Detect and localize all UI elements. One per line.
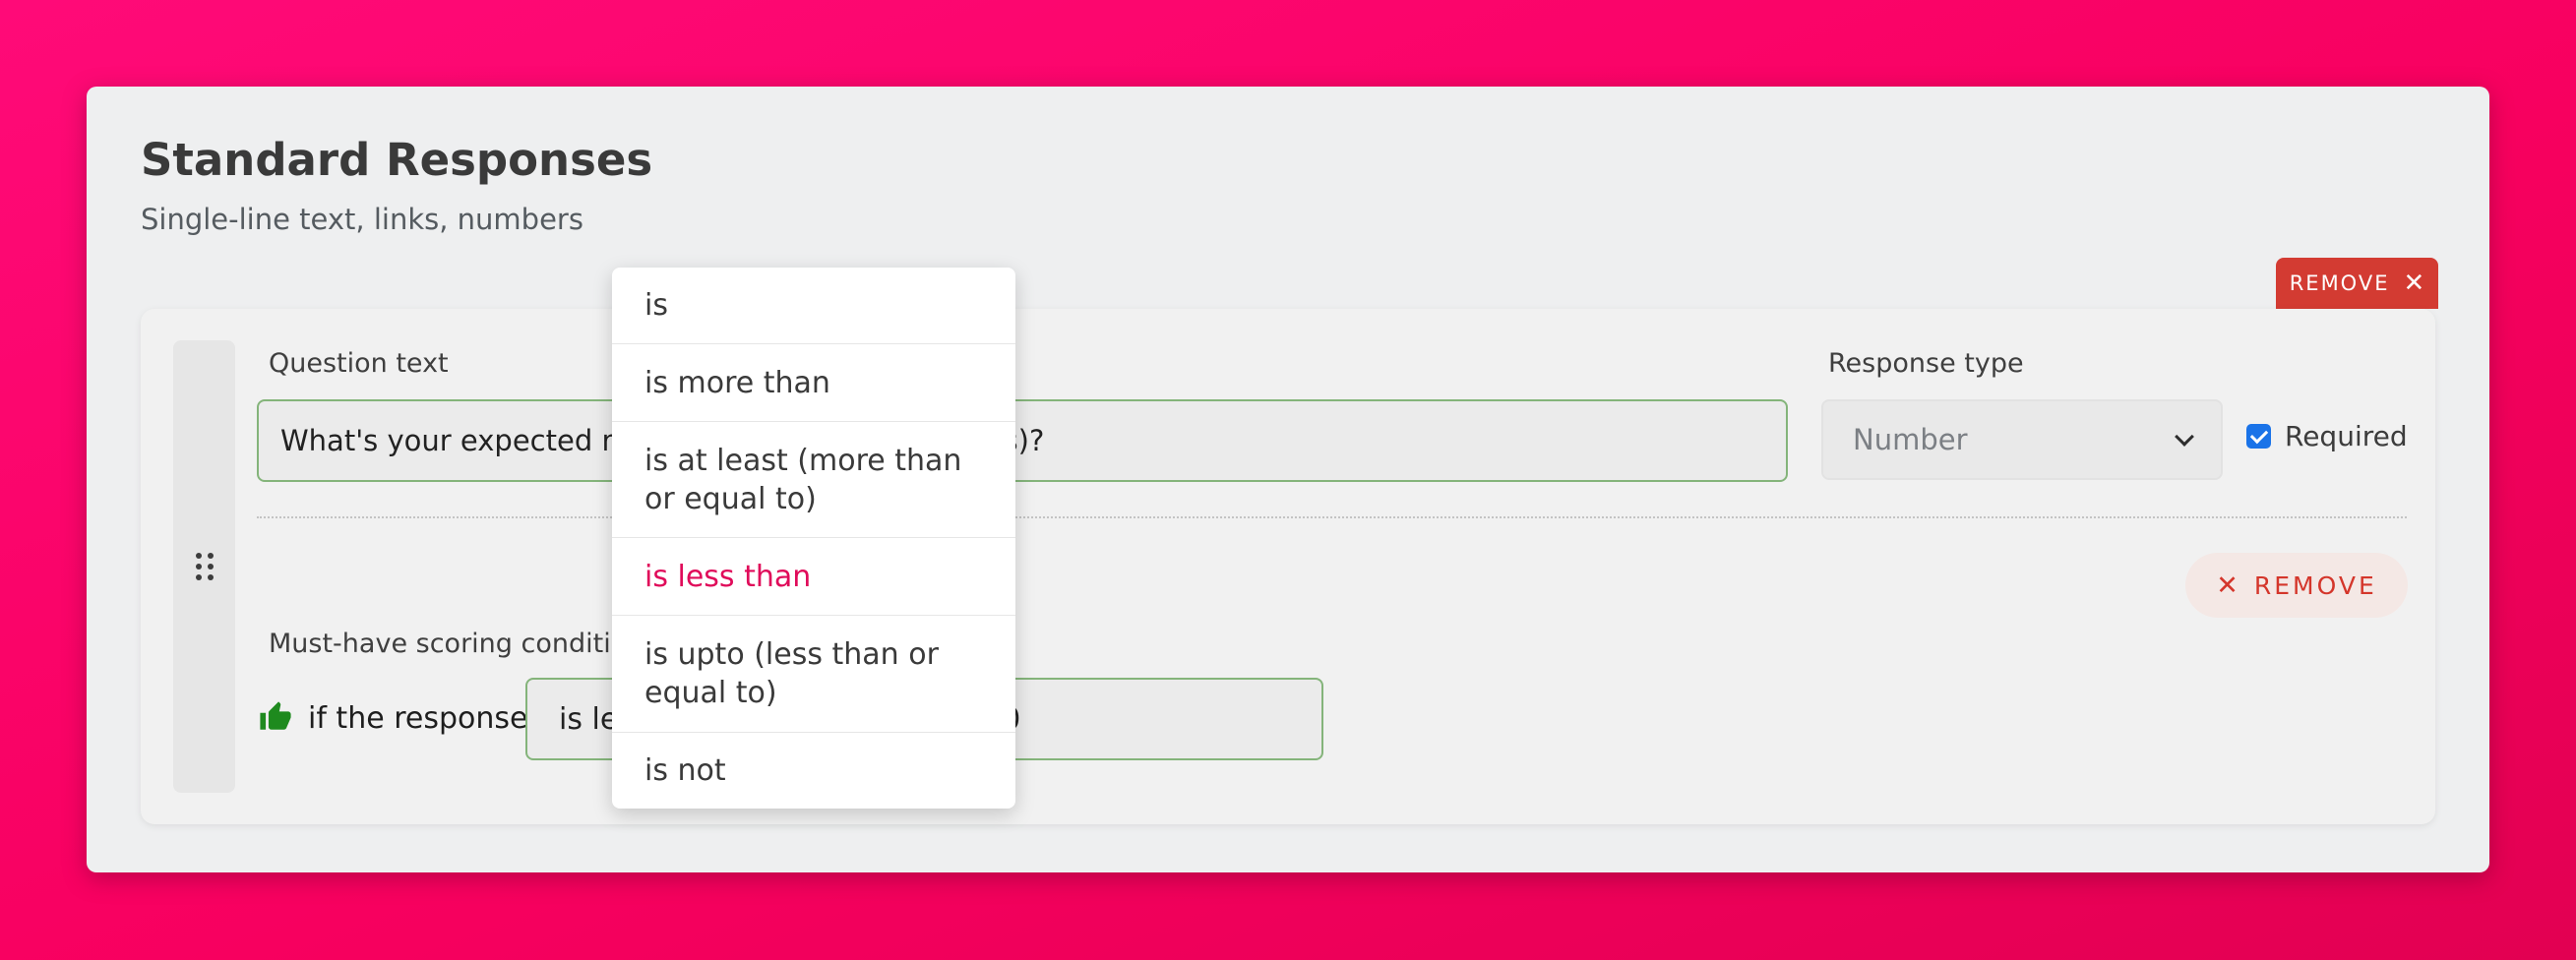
remove-condition-label: REMOVE bbox=[2253, 570, 2377, 600]
drag-handle-icon bbox=[195, 553, 214, 580]
required-checkbox[interactable] bbox=[2246, 424, 2271, 449]
divider bbox=[257, 516, 2407, 518]
remove-condition-button[interactable]: ✕ REMOVE bbox=[2185, 553, 2408, 618]
question-text-label: Question text bbox=[269, 348, 449, 379]
remove-question-button[interactable]: REMOVE ✕ bbox=[2276, 258, 2438, 309]
dropdown-option[interactable]: is at least (more than or equal to) bbox=[612, 422, 1015, 538]
dropdown-option[interactable]: is upto (less than or equal to) bbox=[612, 616, 1015, 733]
response-condition-prefix: if the response bbox=[308, 701, 528, 736]
required-toggle[interactable]: Required bbox=[2246, 420, 2408, 452]
close-icon: ✕ bbox=[2403, 269, 2425, 298]
drag-handle[interactable] bbox=[173, 340, 235, 793]
operator-dropdown-menu: is is more than is at least (more than or … bbox=[612, 268, 1015, 809]
standard-responses-panel: Standard Responses Single-line text, lin… bbox=[87, 87, 2489, 872]
thumbs-up-icon bbox=[260, 701, 291, 730]
dropdown-option[interactable]: is bbox=[612, 268, 1015, 344]
response-type-label: Response type bbox=[1828, 348, 2024, 379]
section-subtitle: Single-line text, links, numbers bbox=[141, 203, 583, 236]
chevron-down-icon bbox=[2175, 427, 2194, 447]
dropdown-option[interactable]: is not bbox=[612, 733, 1015, 809]
response-type-value: Number bbox=[1853, 423, 1968, 456]
question-card: Question text What's your expected month… bbox=[141, 309, 2435, 824]
close-icon: ✕ bbox=[2216, 570, 2239, 601]
remove-question-label: REMOVE bbox=[2289, 271, 2390, 295]
required-label: Required bbox=[2285, 420, 2408, 452]
dropdown-option[interactable]: is more than bbox=[612, 344, 1015, 422]
scoring-conditions-label: Must-have scoring conditions bbox=[269, 629, 658, 659]
section-title: Standard Responses bbox=[141, 134, 653, 186]
question-text-input[interactable]: What's your expected monthly salary (in … bbox=[257, 399, 1788, 482]
response-type-select[interactable]: Number bbox=[1821, 399, 2223, 480]
dropdown-option[interactable]: is less than bbox=[612, 538, 1015, 616]
